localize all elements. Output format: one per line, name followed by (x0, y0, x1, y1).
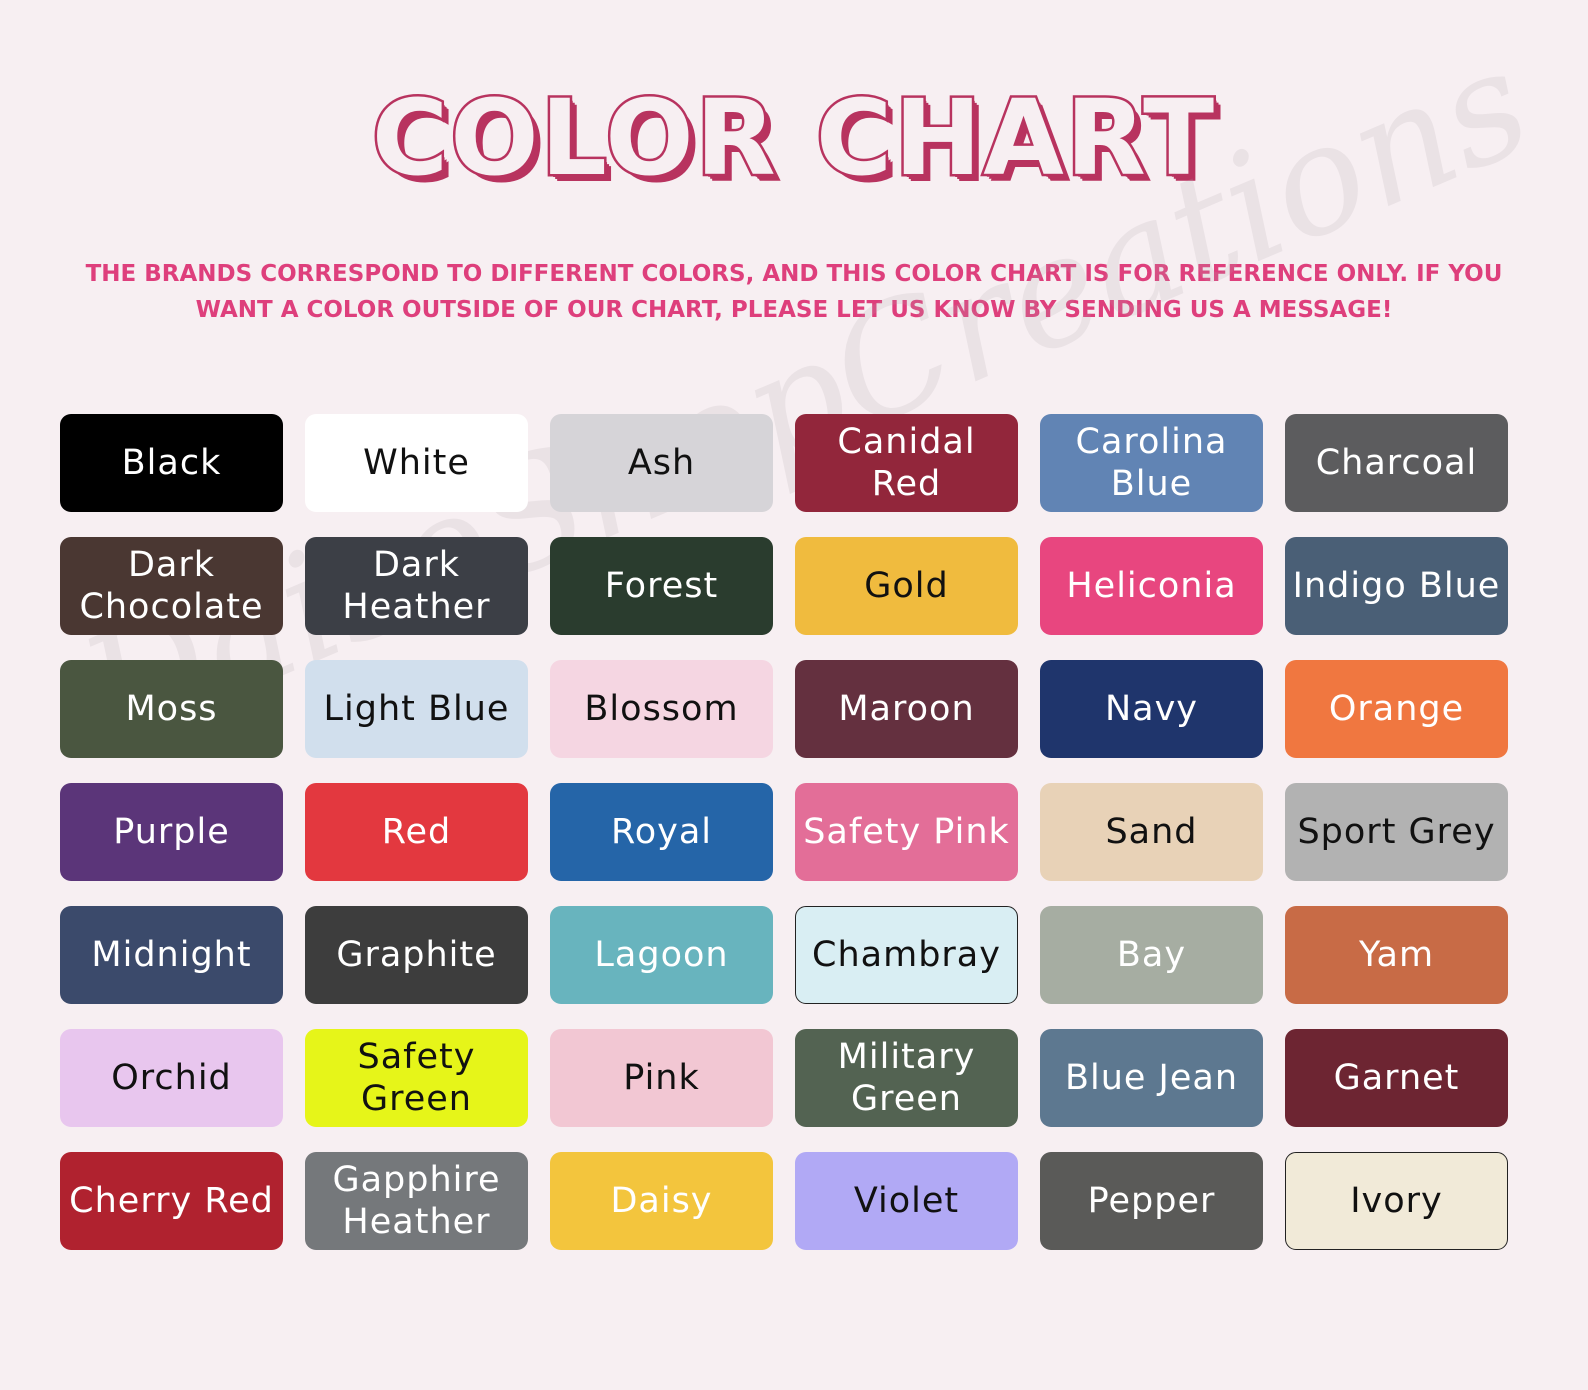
color-swatch-blue-jean: Blue Jean (1040, 1029, 1263, 1127)
color-swatch-sport-grey: Sport Grey (1285, 783, 1508, 881)
color-swatch-yam: Yam (1285, 906, 1508, 1004)
page-title: COLOR CHART (369, 76, 1217, 201)
color-swatch-gold: Gold (795, 537, 1018, 635)
color-swatch-gapphire-heather: Gapphire Heather (305, 1152, 528, 1250)
color-swatch-maroon: Maroon (795, 660, 1018, 758)
color-swatch-moss: Moss (60, 660, 283, 758)
color-swatch-orange: Orange (1285, 660, 1508, 758)
color-swatch-forest: Forest (550, 537, 773, 635)
color-swatch-ivory: Ivory (1285, 1152, 1508, 1250)
color-swatch-heliconia: Heliconia (1040, 537, 1263, 635)
color-swatch-lagoon: Lagoon (550, 906, 773, 1004)
color-swatch-safety-green: Safety Green (305, 1029, 528, 1127)
color-swatch-cherry-red: Cherry Red (60, 1152, 283, 1250)
color-swatch-violet: Violet (795, 1152, 1018, 1250)
color-swatch-red: Red (305, 783, 528, 881)
color-swatch-royal: Royal (550, 783, 773, 881)
color-swatch-black: Black (60, 414, 283, 512)
color-swatch-charcoal: Charcoal (1285, 414, 1508, 512)
color-swatch-graphite: Graphite (305, 906, 528, 1004)
color-swatch-pink: Pink (550, 1029, 773, 1127)
color-swatch-canidal-red: Canidal Red (795, 414, 1018, 512)
reference-notice: THE BRANDS CORRESPOND TO DIFFERENT COLOR… (85, 261, 1503, 323)
color-swatch-dark-chocolate: Dark Chocolate (60, 537, 283, 635)
color-swatch-white: White (305, 414, 528, 512)
color-swatch-blossom: Blossom (550, 660, 773, 758)
color-swatch-purple: Purple (60, 783, 283, 881)
color-swatch-bay: Bay (1040, 906, 1263, 1004)
color-swatch-sand: Sand (1040, 783, 1263, 881)
color-swatch-midnight: Midnight (60, 906, 283, 1004)
color-swatch-ash: Ash (550, 414, 773, 512)
color-swatch-carolina-blue: Carolina Blue (1040, 414, 1263, 512)
color-swatch-navy: Navy (1040, 660, 1263, 758)
color-swatch-military-green: Military Green (795, 1029, 1018, 1127)
color-swatch-dark-heather: Dark Heather (305, 537, 528, 635)
color-swatch-indigo-blue: Indigo Blue (1285, 537, 1508, 635)
color-swatch-orchid: Orchid (60, 1029, 283, 1127)
color-swatch-light-blue: Light Blue (305, 660, 528, 758)
color-swatch-safety-pink: Safety Pink (795, 783, 1018, 881)
color-swatch-grid: Black White Ash Canidal Red Carolina Blue Cha… (60, 414, 1508, 1250)
color-swatch-garnet: Garnet (1285, 1029, 1508, 1127)
color-swatch-pepper: Pepper (1040, 1152, 1263, 1250)
color-swatch-chambray: Chambray (795, 906, 1018, 1004)
color-swatch-daisy: Daisy (550, 1152, 773, 1250)
